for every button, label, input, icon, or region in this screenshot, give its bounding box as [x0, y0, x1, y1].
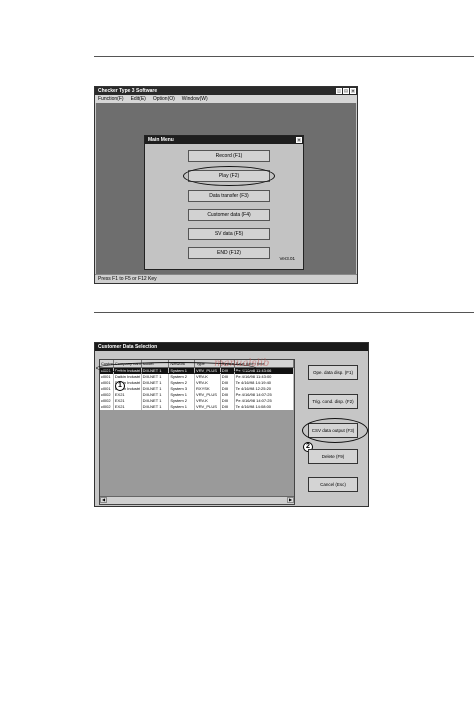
cancel-button[interactable]: Cancel (Esc) — [308, 477, 358, 492]
middle-divider — [94, 312, 474, 313]
app-title-bar: Checker Type 3 Software _ □ × — [95, 87, 357, 95]
version-label: Ver3.01 — [279, 256, 295, 261]
menu-function[interactable]: Function(F) — [98, 95, 124, 103]
app-client-area: Main Menu × Record (F1) Play (F2) Data t… — [96, 103, 356, 274]
watermark-text: manualslib — [214, 358, 270, 369]
maximize-icon[interactable]: □ — [343, 88, 349, 94]
status-bar: Press F1 to F5 or F12 Key — [95, 274, 357, 283]
main-menu-title-bar: Main Menu × — [145, 136, 303, 144]
menu-edit[interactable]: Edit(E) — [131, 95, 146, 103]
table-row[interactable]: cl002 EX21 DIII-NET 1 System 1 VRV_PLUS DIII T… — [100, 404, 294, 410]
ope-data-disp-button[interactable]: Ope. data disp. (F1) — [308, 365, 358, 380]
csv-highlight-oval — [302, 418, 368, 443]
customer-data-list[interactable]: Customer Company name Model Network Type… — [99, 359, 295, 505]
close-icon[interactable]: × — [296, 137, 302, 143]
app-title: Checker Type 3 Software — [98, 88, 158, 94]
play-highlight-oval — [183, 166, 275, 186]
data-transfer-button[interactable]: Data transfer (F3) — [188, 190, 270, 202]
scroll-left-icon[interactable]: ◀ — [100, 497, 107, 503]
trig-cond-disp-button[interactable]: Trig. cond. disp. (F2) — [308, 394, 358, 409]
sv-data-button[interactable]: SV data (F5) — [188, 228, 270, 240]
callout-1: 1 — [115, 381, 125, 391]
selection-title-bar: Customer Data Selection — [95, 343, 368, 351]
table-cell: System 1 — [169, 404, 196, 410]
horizontal-scrollbar[interactable]: ◀ ▶ — [100, 496, 294, 504]
scroll-right-icon[interactable]: ▶ — [287, 497, 294, 503]
close-icon[interactable]: × — [350, 88, 356, 94]
table-cell: EX21 — [114, 404, 142, 410]
minimize-icon[interactable]: _ — [336, 88, 342, 94]
checker-app-window: Checker Type 3 Software _ □ × Function(F… — [94, 86, 358, 284]
list-rows: cl001 Daikin Industri DIII-NET 1 System 1 VR… — [100, 368, 294, 410]
table-cell: DIII — [221, 404, 235, 410]
menu-window[interactable]: Window(W) — [182, 95, 208, 103]
table-cell: cl002 — [100, 404, 114, 410]
main-menu-dialog: Main Menu × Record (F1) Play (F2) Data t… — [144, 135, 304, 270]
table-cell: VRV_PLUS — [195, 404, 221, 410]
main-menu-title: Main Menu — [148, 137, 174, 143]
top-divider — [94, 56, 474, 57]
menu-option[interactable]: Option(O) — [153, 95, 175, 103]
selection-title: Customer Data Selection — [98, 344, 158, 350]
customer-data-button[interactable]: Customer data (F4) — [188, 209, 270, 221]
record-button[interactable]: Record (F1) — [188, 150, 270, 162]
end-button[interactable]: END (F12) — [188, 247, 270, 259]
delete-button[interactable]: Delete (F9) — [308, 449, 358, 464]
table-cell: Te 4/16/98 14:08:00 — [235, 404, 294, 410]
app-menu-bar: Function(F) Edit(E) Option(O) Window(W) — [95, 95, 357, 103]
table-cell: DIII-NET 1 — [142, 404, 170, 410]
